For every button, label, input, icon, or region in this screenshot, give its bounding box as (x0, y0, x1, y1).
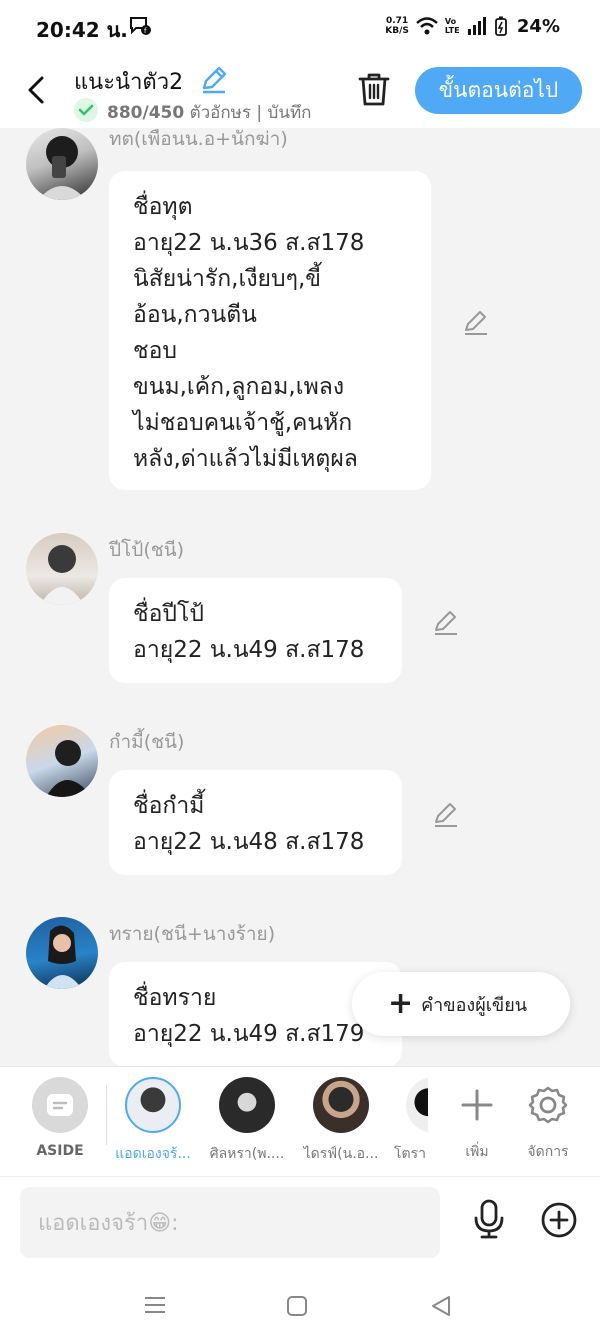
edit-title-icon[interactable] (199, 64, 229, 94)
recent-apps-icon[interactable] (143, 1295, 167, 1315)
sender-name: ทต(เพื่อนน.อ+นักฆ่า) (109, 128, 288, 150)
aside-label: ASIDE (36, 1143, 84, 1159)
battery-level: 24% (516, 15, 560, 37)
avatar[interactable] (26, 533, 98, 605)
status-bar: 20:42 น. f 0.71 KB/S Vo LTE 24% (0, 0, 600, 56)
saved-check-icon (74, 98, 98, 122)
message-bubble[interactable]: ชื่อทุต อายุ22 น.น36 ส.ส178 นิสัยน่ารัก,… (109, 171, 431, 490)
char-count: 880/450 (107, 103, 185, 123)
plus-icon (461, 1089, 493, 1121)
plus-icon: + (388, 986, 414, 1021)
add-attachment-button[interactable] (540, 1201, 578, 1239)
home-icon[interactable] (286, 1295, 308, 1317)
manage-label: จัดการ (527, 1144, 569, 1160)
aside-icon (32, 1077, 88, 1133)
character-label: ไดรฟ์(น.อ... (303, 1146, 379, 1162)
volte-icon: Vo LTE (444, 17, 460, 35)
editor-header: แนะนำตัว2 880/450 ตัวอักษร | บันทึก ขั้น… (0, 56, 600, 128)
avatar (313, 1077, 369, 1133)
character-label: ศิลหรา(พ.... (209, 1146, 285, 1162)
avatar[interactable] (26, 128, 98, 200)
wifi-icon (416, 17, 438, 35)
character-item[interactable]: แอดเองจร้... (110, 1077, 196, 1165)
author-note-button[interactable]: + คำของผู้เขียน (352, 972, 570, 1036)
chat-notification-icon: f (130, 17, 151, 35)
edit-message-icon[interactable] (432, 608, 460, 636)
edit-message-icon[interactable] (432, 800, 460, 828)
sender-name: กำมี้(ชนี) (109, 731, 185, 753)
character-item[interactable]: ไดรฟ์(น.อ... (298, 1077, 384, 1165)
gear-icon (528, 1086, 568, 1124)
network-speed: 0.71 KB/S (385, 16, 409, 36)
signal-icon (467, 17, 486, 35)
back-nav-icon[interactable] (430, 1295, 452, 1317)
page-title: แนะนำตัว2 (74, 70, 184, 95)
character-label: โตรา (394, 1146, 426, 1162)
edit-message-icon[interactable] (462, 308, 490, 336)
message-input[interactable]: แอดเองจร้า😁: (20, 1187, 440, 1258)
save-status-text: ตัวอักษร | บันทึก (184, 103, 312, 123)
avatar (219, 1077, 275, 1133)
status-right-group: 0.71 KB/S Vo LTE 24% (385, 12, 560, 40)
microphone-button[interactable] (470, 1199, 508, 1239)
status-time: 20:42 น. (36, 18, 128, 42)
message-bubble[interactable]: ชื่อกำมี้ อายุ22 น.น48 ส.ส178 (109, 770, 402, 875)
character-label: แอดเองจร้... (115, 1146, 191, 1162)
composer: แอดเองจร้า😁: (0, 1176, 600, 1268)
save-status: 880/450 ตัวอักษร | บันทึก (107, 99, 311, 126)
avatar[interactable] (26, 917, 98, 989)
chat-area[interactable]: ทต(เพื่อนน.อ+นักฆ่า) ชื่อทุต อายุ22 น.น3… (0, 128, 600, 1066)
character-item[interactable]: ศิลหรา(พ.... (204, 1077, 290, 1165)
delete-button[interactable] (356, 70, 392, 108)
divider (106, 1085, 107, 1145)
manage-button[interactable]: จัดการ (505, 1077, 591, 1163)
sender-name: ทราย(ชนี+นางร้าย) (109, 923, 276, 945)
avatar (406, 1077, 428, 1133)
next-step-button[interactable]: ขั้นตอนต่อไป (415, 67, 582, 114)
character-bar: ASIDE แอดเองจร้... ศิลหรา(พ.... ไดรฟ์(น.… (0, 1066, 600, 1176)
avatar (125, 1077, 181, 1133)
battery-icon (495, 16, 507, 36)
avatar[interactable] (26, 725, 98, 797)
message-bubble[interactable]: ชื่อปีโป้ อายุ22 น.น49 ส.ส178 (109, 578, 402, 683)
sender-name: ปีโป้(ชนี) (109, 539, 185, 561)
back-button[interactable] (22, 70, 52, 110)
author-note-label: คำของผู้เขียน (421, 994, 528, 1016)
system-nav-bar (0, 1268, 600, 1343)
aside-button[interactable]: ASIDE (17, 1077, 103, 1159)
character-item[interactable]: โตรา (392, 1077, 428, 1165)
